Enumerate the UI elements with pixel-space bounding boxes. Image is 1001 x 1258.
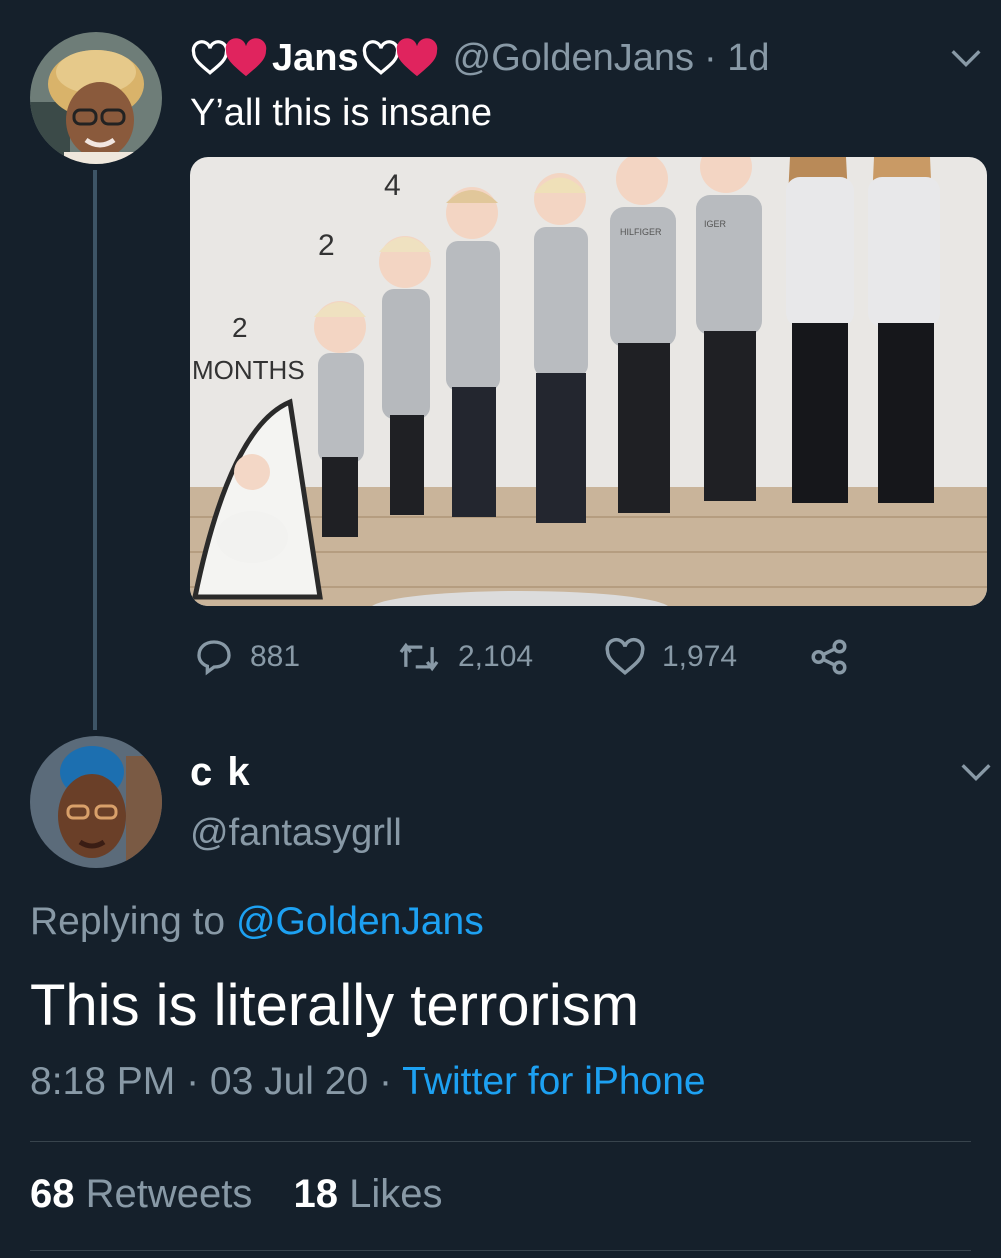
divider bbox=[30, 1141, 971, 1142]
reply-source-link[interactable]: Twitter for iPhone bbox=[402, 1060, 705, 1103]
wall-label: 4 bbox=[384, 169, 401, 202]
reply-meta: 8:18 PM · 03 Jul 20 · Twitter for iPhone bbox=[30, 1060, 706, 1104]
reply-action[interactable]: 881 bbox=[194, 632, 300, 682]
like-stat-label: Likes bbox=[349, 1172, 443, 1216]
retweet-stat-count: 68 bbox=[30, 1172, 75, 1216]
tweet-photo[interactable]: 4 2 2 MONTHS HILFIGER IGER bbox=[190, 157, 987, 606]
retweet-action[interactable]: 2,104 bbox=[396, 632, 533, 682]
chevron-down-icon[interactable] bbox=[946, 38, 986, 78]
reply-display-name[interactable]: c k bbox=[190, 750, 252, 795]
red-heart-icon bbox=[225, 38, 267, 77]
reply-text: This is literally terrorism bbox=[30, 973, 640, 1038]
wall-label: 2 bbox=[232, 312, 248, 343]
display-name[interactable]: Jans bbox=[272, 34, 359, 82]
replying-to-line: Replying to @GoldenJans bbox=[30, 900, 484, 944]
share-icon[interactable] bbox=[808, 636, 850, 678]
retweet-count: 2,104 bbox=[458, 640, 534, 673]
retweet-stat-label: Retweets bbox=[85, 1172, 253, 1216]
replying-prefix: Replying to bbox=[30, 900, 226, 943]
reply-count: 881 bbox=[250, 640, 301, 673]
user-handle[interactable]: @GoldenJans bbox=[453, 34, 694, 82]
reply-icon bbox=[197, 640, 231, 676]
wall-label: 2 bbox=[318, 229, 335, 262]
chevron-down-icon[interactable] bbox=[956, 752, 996, 792]
like-count: 1,974 bbox=[662, 640, 738, 673]
divider bbox=[30, 1250, 971, 1251]
tweet-header: Jans @GoldenJans · 1d bbox=[190, 34, 770, 82]
tweet-text: Y’all this is insane bbox=[190, 92, 493, 134]
avatar-fantasygrll[interactable] bbox=[30, 736, 162, 868]
wall-label: MONTHS bbox=[192, 355, 305, 385]
retweet-icon bbox=[399, 642, 439, 672]
engagement-stats: 68 Retweets 18 Likes bbox=[30, 1172, 443, 1217]
reply-timestamp: 8:18 PM · 03 Jul 20 · bbox=[30, 1060, 393, 1103]
red-heart-icon bbox=[396, 38, 437, 77]
avatar-goldenjans[interactable] bbox=[30, 32, 162, 164]
shirt-text: HILFIGER bbox=[620, 227, 662, 237]
thread-connector-line bbox=[93, 170, 97, 730]
shirt-text: IGER bbox=[704, 219, 727, 229]
replying-to-mention[interactable]: @GoldenJans bbox=[236, 900, 484, 943]
reply-user-handle[interactable]: @fantasygrll bbox=[190, 812, 402, 855]
heart-icon bbox=[605, 637, 645, 676]
retweets-stat[interactable]: 68 Retweets bbox=[30, 1172, 252, 1216]
like-action[interactable]: 1,974 bbox=[604, 632, 737, 682]
likes-stat[interactable]: 18 Likes bbox=[294, 1172, 443, 1216]
tweet-time[interactable]: · 1d bbox=[704, 34, 769, 82]
like-stat-count: 18 bbox=[293, 1172, 339, 1216]
